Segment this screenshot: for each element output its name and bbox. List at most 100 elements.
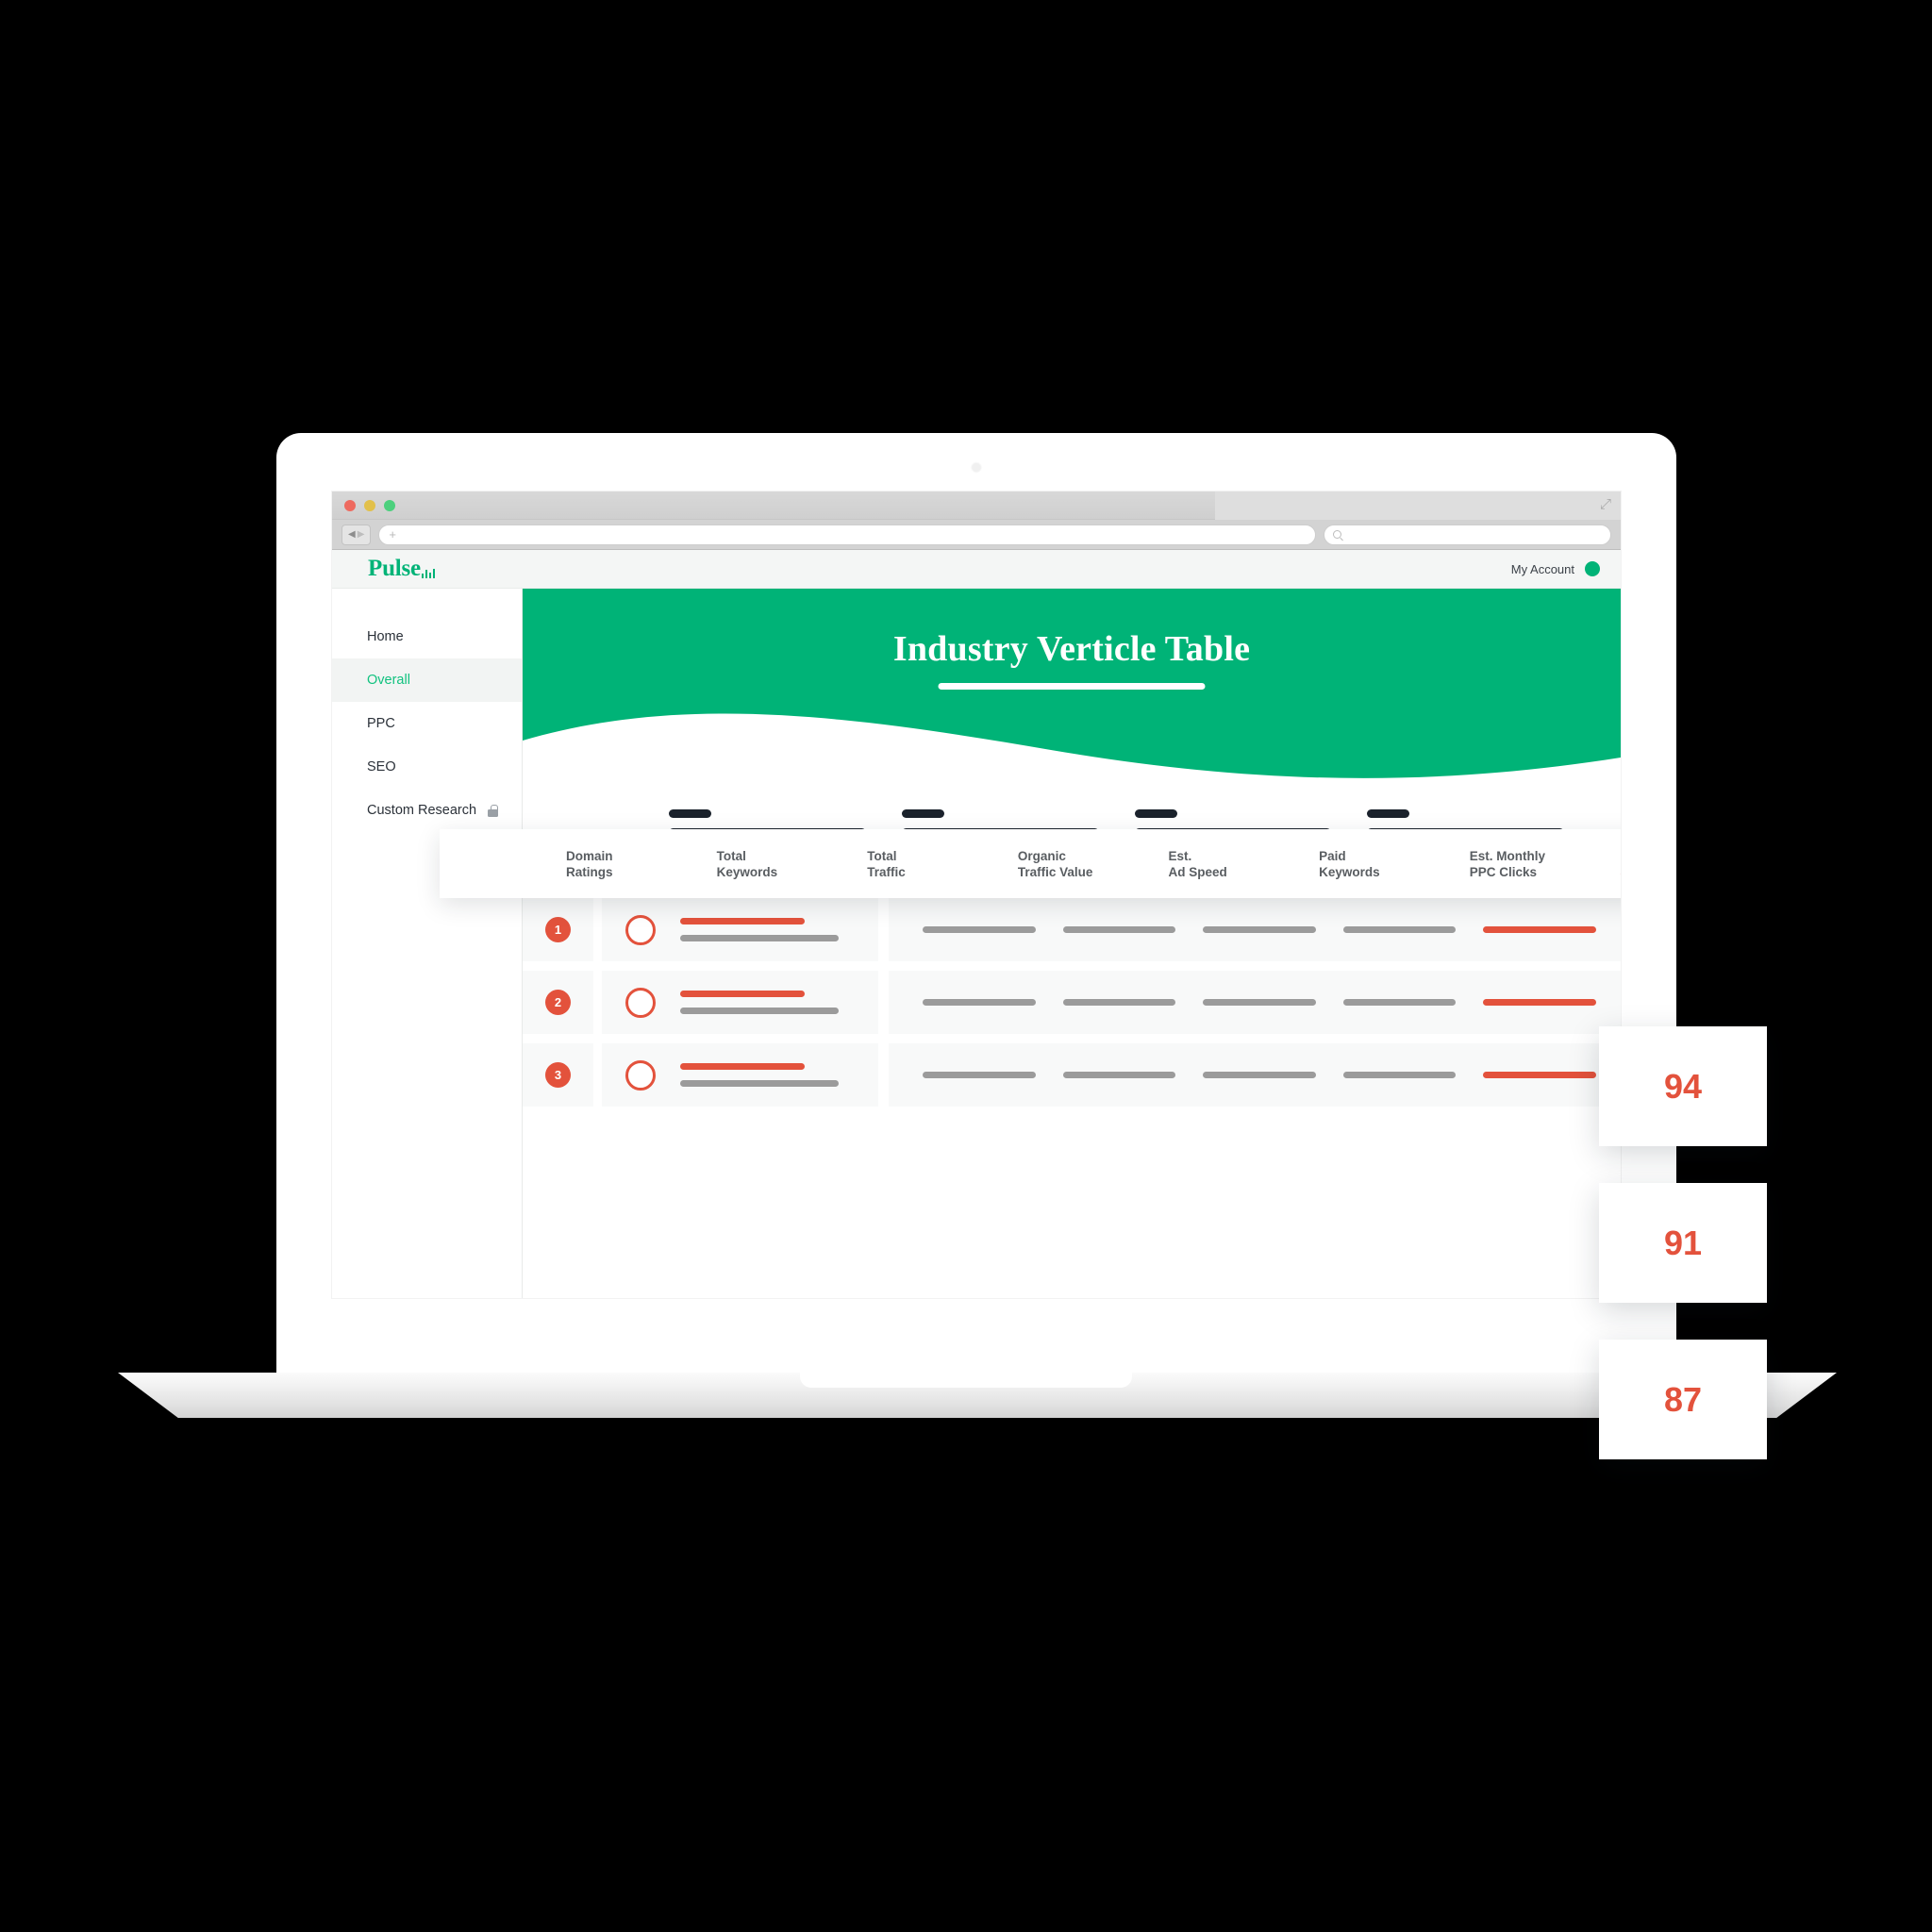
expand-icon[interactable]: ⤢ [1598, 497, 1613, 512]
sidebar-item-overall[interactable]: Overall [332, 658, 522, 702]
entity-cell [602, 971, 878, 1034]
metric-bar [923, 999, 1036, 1006]
browser-search-input[interactable] [1324, 524, 1611, 545]
metrics-cell [889, 1043, 1621, 1107]
back-icon[interactable]: ◀ [348, 529, 356, 540]
metric-bar [1062, 1072, 1176, 1078]
directive-score-card: 91 [1599, 1183, 1767, 1303]
metric-bar [923, 926, 1036, 933]
column-header-directive-score[interactable]: Directive Score [1616, 848, 1621, 880]
metrics-cell [889, 898, 1621, 961]
table-rows: 1 2 3 [523, 898, 1621, 1298]
column-header-line1: Est. [1168, 848, 1192, 863]
rank-badge: 1 [545, 917, 571, 942]
sidebar-item-label: Custom Research [367, 803, 477, 818]
navigation-buttons[interactable]: ◀ ▶ [341, 524, 372, 545]
laptop-camera-icon [972, 463, 981, 472]
column-header-line2: Ad Speed [1168, 864, 1227, 879]
brand-logo-text: Pulse [368, 556, 421, 581]
entity-skeleton [680, 1063, 878, 1087]
forward-icon[interactable]: ▶ [358, 529, 365, 540]
column-header-line2: Keywords [716, 864, 778, 879]
metric-bar [1342, 999, 1457, 1006]
column-header-line1: Directive [1620, 848, 1621, 864]
circle-avatar-icon [625, 987, 656, 1018]
table-row[interactable]: 1 [523, 898, 1621, 961]
column-header-line1: Domain [566, 848, 613, 863]
browser-titlebar: ⤢ [332, 491, 1621, 520]
column-header-total-keywords[interactable]: Total Keywords [713, 848, 864, 880]
sidebar-item-label: Overall [367, 673, 410, 688]
rank-cell: 2 [523, 971, 593, 1034]
avatar[interactable] [1585, 561, 1600, 576]
column-header-line2: Ratings [566, 864, 613, 879]
app-header: Pulse My Account [332, 550, 1621, 589]
lock-icon [488, 804, 499, 817]
column-header-total-traffic[interactable]: Total Traffic [863, 848, 1014, 880]
sidebar-item-label: Home [367, 629, 404, 644]
table-row[interactable]: 2 [523, 971, 1621, 1034]
entity-cell [602, 898, 878, 961]
entity-cell [602, 1043, 878, 1107]
rank-cell: 1 [523, 898, 593, 961]
column-header-line2: PPC Clicks [1469, 864, 1538, 879]
column-header-line1: Organic [1017, 848, 1066, 863]
metric-bar [1062, 926, 1176, 933]
metric-bar-accent [1483, 999, 1596, 1006]
screenshot-stage: ⤢ ◀ ▶ + Pulse My Account Home Overall PP… [0, 0, 1932, 1932]
sidebar-item-seo[interactable]: SEO [332, 745, 522, 789]
metric-bar [1062, 999, 1176, 1006]
circle-avatar-icon [625, 1059, 656, 1091]
column-header-line2: Keywords [1319, 864, 1380, 879]
table-row[interactable]: 3 [523, 1043, 1621, 1107]
sidebar-item-custom-research[interactable]: Custom Research [332, 789, 522, 832]
directive-score-card: 94 [1599, 1026, 1767, 1146]
metrics-cell [889, 971, 1621, 1034]
rank-badge: 2 [545, 990, 571, 1015]
window-controls[interactable] [344, 500, 395, 511]
entity-skeleton [680, 991, 878, 1014]
metric-bar [1203, 926, 1316, 933]
column-header-organic-traffic-value[interactable]: Organic Traffic Value [1014, 848, 1165, 880]
column-header-line1: Est. Monthly [1469, 848, 1545, 863]
app-body: Home Overall PPC SEO Custom Research Ind… [332, 589, 1621, 1298]
column-header-line2: Traffic Value [1017, 864, 1093, 879]
column-header-est-ad-speed[interactable]: Est. Ad Speed [1165, 848, 1316, 880]
sidebar-item-label: SEO [367, 759, 396, 774]
metric-bar [1342, 1072, 1457, 1078]
column-header-line2: Score [1620, 864, 1621, 880]
rank-badge: 3 [545, 1062, 571, 1088]
hero-wave-shape [523, 713, 1621, 790]
column-header-domain-ratings[interactable]: Domain Ratings [562, 848, 713, 880]
sidebar-item-ppc[interactable]: PPC [332, 702, 522, 745]
new-tab-icon[interactable]: + [389, 527, 396, 541]
browser-tabstrip[interactable] [1215, 491, 1621, 520]
title-underline [938, 683, 1206, 690]
column-header-line2: Traffic [867, 864, 906, 879]
browser-toolbar: ◀ ▶ + [332, 520, 1621, 550]
main-content: Industry Verticle Table Domain Ratings T… [440, 589, 1621, 1298]
circle-avatar-icon [625, 914, 656, 945]
column-header-line1: Paid [1319, 848, 1346, 863]
sidebar: Home Overall PPC SEO Custom Research [332, 589, 523, 1298]
column-header-est-monthly-ppc-clicks[interactable]: Est. Monthly PPC Clicks [1466, 848, 1617, 880]
sidebar-item-label: PPC [367, 716, 395, 731]
sidebar-item-home[interactable]: Home [332, 615, 522, 658]
metric-bar [1203, 1072, 1316, 1078]
pulse-bars-icon [421, 569, 436, 582]
minimize-window-button[interactable] [364, 500, 375, 511]
entity-skeleton [680, 918, 878, 941]
maximize-window-button[interactable] [384, 500, 395, 511]
laptop-base-notch [800, 1373, 1132, 1388]
metric-bar [1342, 926, 1457, 933]
search-icon [1333, 530, 1341, 539]
close-window-button[interactable] [344, 500, 356, 511]
column-header-paid-keywords[interactable]: Paid Keywords [1315, 848, 1466, 880]
directive-score-card: 87 [1599, 1340, 1767, 1459]
column-header-line1: Total [716, 848, 746, 863]
address-bar[interactable]: + [378, 524, 1316, 545]
brand-logo[interactable]: Pulse [368, 556, 436, 582]
table-header-card: Domain Ratings Total Keywords Total Traf… [440, 829, 1621, 898]
account-menu[interactable]: My Account [1511, 561, 1600, 576]
browser-window: ⤢ ◀ ▶ + Pulse My Account Home Overall PP… [332, 491, 1621, 1298]
